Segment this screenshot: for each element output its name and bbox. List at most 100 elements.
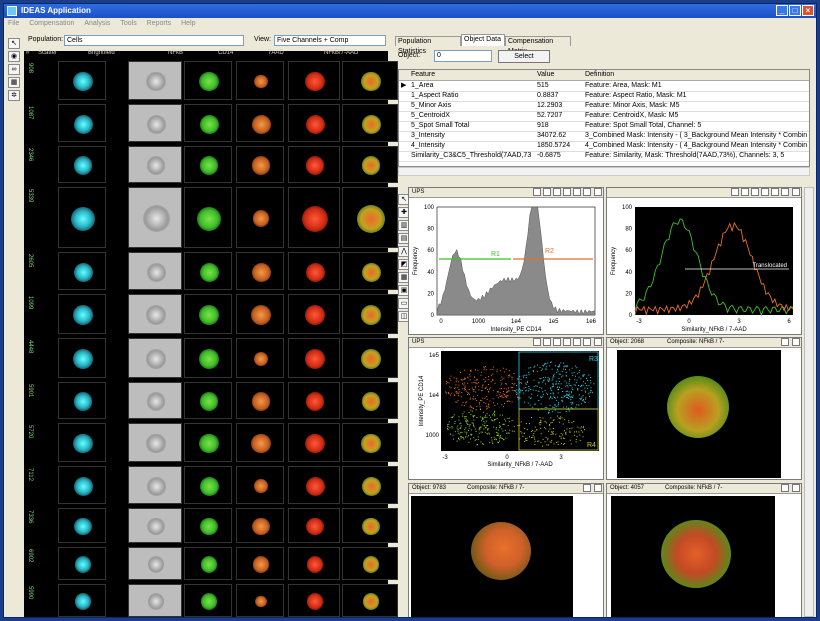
zoom-out-icon[interactable] bbox=[741, 188, 749, 196]
col-feature[interactable]: Feature bbox=[411, 70, 435, 80]
menu-analysis[interactable]: Analysis bbox=[84, 20, 110, 27]
star-tool-icon[interactable]: ✲ bbox=[8, 90, 20, 101]
minimize-button[interactable]: _ bbox=[776, 5, 788, 16]
pointer-tool-icon[interactable]: ↖ bbox=[8, 38, 20, 49]
zoom-out-icon[interactable] bbox=[543, 188, 551, 196]
gallery-cell-comp[interactable] bbox=[342, 338, 398, 378]
gallery-cell-nfkb[interactable] bbox=[184, 252, 232, 290]
gallery-cell-bf[interactable] bbox=[128, 146, 182, 183]
gallery-cell-nfkb[interactable] bbox=[184, 61, 232, 100]
gallery-col-header[interactable]: Scatter bbox=[38, 50, 57, 58]
zoom-fit-icon[interactable] bbox=[553, 338, 561, 346]
zoom-in-icon[interactable] bbox=[533, 338, 541, 346]
gallery-cell-comp[interactable] bbox=[342, 547, 398, 580]
cell-image[interactable] bbox=[411, 496, 573, 617]
histogram-cd14-chart[interactable]: R1 R20204060801000 1000 1e4 1e5 1e6Intensity_… bbox=[409, 197, 603, 334]
pin-icon[interactable] bbox=[583, 484, 591, 492]
gallery-cell-7aad[interactable] bbox=[288, 547, 340, 580]
gallery-cell-comp[interactable] bbox=[342, 104, 398, 142]
gallery-cell-scatter[interactable] bbox=[58, 423, 106, 462]
print-icon[interactable] bbox=[781, 188, 789, 196]
gallery-cell-bf[interactable] bbox=[128, 104, 182, 142]
pin-icon[interactable] bbox=[781, 338, 789, 346]
gallery-col-header[interactable]: # bbox=[26, 50, 29, 58]
gallery-cell-bf[interactable] bbox=[128, 466, 182, 504]
gallery-cell-comp[interactable] bbox=[342, 466, 398, 504]
plots-vertical-scrollbar[interactable] bbox=[804, 187, 814, 617]
menu-reports[interactable]: Reports bbox=[147, 20, 172, 27]
gallery-col-header[interactable]: 7AAD bbox=[268, 50, 284, 58]
gallery-cell-bf[interactable] bbox=[128, 338, 182, 378]
cell-image[interactable] bbox=[611, 496, 775, 617]
gallery-cell-7aad[interactable] bbox=[288, 294, 340, 334]
gallery-col-header[interactable]: NFkB/7-AAD bbox=[324, 50, 358, 58]
close-icon[interactable] bbox=[792, 338, 800, 346]
gallery-cell-7aad[interactable] bbox=[288, 338, 340, 378]
settings-icon[interactable] bbox=[563, 338, 571, 346]
gallery-cell-cd14[interactable] bbox=[236, 61, 284, 100]
zoom-out-icon[interactable] bbox=[543, 338, 551, 346]
gallery-cell-scatter[interactable] bbox=[58, 61, 106, 100]
gallery-col-header[interactable]: NFkB bbox=[168, 50, 183, 58]
zoom-in-icon[interactable] bbox=[731, 188, 739, 196]
tab-population-statistics[interactable]: Population Statistics bbox=[395, 36, 461, 55]
col-value[interactable]: Value bbox=[537, 70, 554, 80]
gallery-cell-nfkb[interactable] bbox=[184, 146, 232, 183]
object-input[interactable]: 0 bbox=[434, 50, 492, 62]
gallery-cell-scatter[interactable] bbox=[58, 508, 106, 543]
gallery-cell-7aad[interactable] bbox=[288, 61, 340, 100]
gallery-cell-scatter[interactable] bbox=[58, 294, 106, 334]
gallery-cell-nfkb[interactable] bbox=[184, 423, 232, 462]
gallery-cell-cd14[interactable] bbox=[236, 547, 284, 580]
gallery-cell-nfkb[interactable] bbox=[184, 547, 232, 580]
tab-object-data[interactable]: Object Data bbox=[461, 34, 505, 46]
gallery-cell-nfkb[interactable] bbox=[184, 187, 232, 248]
gallery-cell-nfkb[interactable] bbox=[184, 508, 232, 543]
gallery-cell-scatter[interactable] bbox=[58, 382, 106, 419]
gallery-cell-scatter[interactable] bbox=[58, 104, 106, 142]
table-row[interactable]: Similarity_C3&C5_Threshold(7AAD,73 -0.687… bbox=[399, 151, 809, 162]
gallery-cell-scatter[interactable] bbox=[58, 466, 106, 504]
gallery-cell-nfkb[interactable] bbox=[184, 294, 232, 334]
gallery-cell-bf[interactable] bbox=[128, 294, 182, 334]
close-icon[interactable] bbox=[792, 484, 800, 492]
zoom-fit-icon[interactable] bbox=[553, 188, 561, 196]
gallery-cell-nfkb[interactable] bbox=[184, 466, 232, 504]
palette-tool-icon[interactable]: ▦ bbox=[8, 77, 20, 88]
gallery-cell-cd14[interactable] bbox=[236, 187, 284, 248]
gallery-cell-7aad[interactable] bbox=[288, 508, 340, 543]
gallery-cell-cd14[interactable] bbox=[236, 466, 284, 504]
gallery-cell-bf[interactable] bbox=[128, 547, 182, 580]
cell-image[interactable] bbox=[617, 350, 781, 478]
histogram-similarity-chart[interactable]: Translocated020406080100-3 0 3 6Similarity_… bbox=[607, 197, 801, 334]
close-icon[interactable] bbox=[792, 188, 800, 196]
close-icon[interactable] bbox=[594, 338, 602, 346]
population-select[interactable]: Cells bbox=[64, 35, 244, 46]
gallery-cell-nfkb[interactable] bbox=[184, 104, 232, 142]
gallery-cell-7aad[interactable] bbox=[288, 252, 340, 290]
close-icon[interactable] bbox=[594, 484, 602, 492]
gallery-cell-comp[interactable] bbox=[342, 423, 398, 462]
gallery-cell-cd14[interactable] bbox=[236, 584, 284, 617]
gallery-cell-cd14[interactable] bbox=[236, 508, 284, 543]
zoom-tool-icon[interactable]: ◉ bbox=[8, 51, 20, 62]
gallery-cell-bf[interactable] bbox=[128, 423, 182, 462]
gallery-cell-cd14[interactable] bbox=[236, 382, 284, 419]
gallery-cell-comp[interactable] bbox=[342, 584, 398, 617]
gallery-cell-comp[interactable] bbox=[342, 187, 398, 248]
settings-icon[interactable] bbox=[563, 188, 571, 196]
print-icon[interactable] bbox=[583, 188, 591, 196]
close-button[interactable]: × bbox=[802, 5, 814, 16]
menu-help[interactable]: Help bbox=[181, 20, 195, 27]
zoom-in-icon[interactable] bbox=[533, 188, 541, 196]
gallery-cell-scatter[interactable] bbox=[58, 338, 106, 378]
table-horizontal-scrollbar[interactable] bbox=[398, 167, 810, 176]
gallery-cell-comp[interactable] bbox=[342, 508, 398, 543]
gallery-cell-bf[interactable] bbox=[128, 584, 182, 617]
gallery-col-header[interactable]: CD14 bbox=[218, 50, 233, 58]
gallery-cell-7aad[interactable] bbox=[288, 423, 340, 462]
print-icon[interactable] bbox=[583, 338, 591, 346]
close-icon[interactable] bbox=[594, 188, 602, 196]
tab-compensation-matrix[interactable]: Compensation Matrix bbox=[505, 36, 571, 55]
gallery-cell-nfkb[interactable] bbox=[184, 584, 232, 617]
